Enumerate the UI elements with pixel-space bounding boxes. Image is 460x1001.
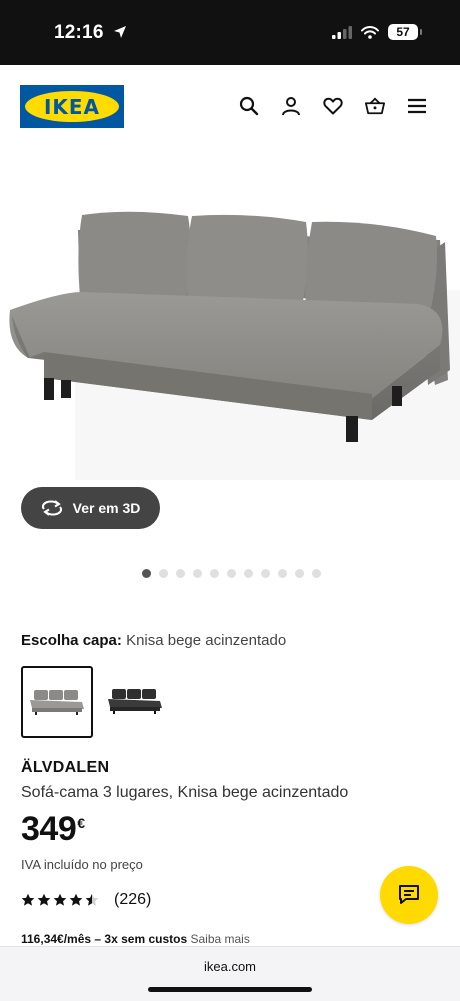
star-icon bbox=[53, 893, 67, 906]
menu-button[interactable] bbox=[407, 96, 427, 116]
carousel-dot[interactable] bbox=[193, 569, 202, 578]
header-actions bbox=[239, 96, 427, 116]
carousel-dot[interactable] bbox=[312, 569, 321, 578]
favourites-button[interactable] bbox=[323, 96, 343, 116]
user-icon bbox=[282, 97, 300, 116]
ikea-logo[interactable]: IKEA bbox=[20, 85, 124, 128]
search-button[interactable] bbox=[239, 96, 259, 116]
logo-oval: IKEA bbox=[25, 91, 119, 122]
status-time: 12:16 bbox=[54, 22, 127, 44]
signal-icon bbox=[332, 25, 352, 39]
carousel-dot[interactable] bbox=[159, 569, 168, 578]
product-name: ÄLVDALEN bbox=[21, 759, 110, 776]
status-bar: 12:16 57 bbox=[0, 0, 460, 65]
menu-icon bbox=[408, 98, 426, 114]
star-icon bbox=[69, 893, 83, 906]
vat-note: IVA incluído no preço bbox=[21, 857, 143, 872]
site-header: IKEA bbox=[0, 65, 460, 155]
rating-count: (226) bbox=[114, 891, 152, 908]
basket-button[interactable] bbox=[365, 96, 385, 116]
cover-swatch-dark[interactable] bbox=[100, 666, 170, 736]
installment-text: 116,34€/mês – 3x sem custos bbox=[21, 932, 188, 946]
carousel-dot[interactable] bbox=[244, 569, 253, 578]
search-icon bbox=[239, 96, 259, 116]
carousel-dots bbox=[142, 569, 321, 578]
installment-link[interactable]: Saiba mais bbox=[190, 932, 249, 946]
star-icon bbox=[21, 893, 35, 906]
battery-icon: 57 bbox=[388, 24, 422, 40]
sofa-thumbnail-dark bbox=[108, 689, 162, 714]
url-text: ikea.com bbox=[203, 959, 257, 974]
carousel-dot[interactable] bbox=[295, 569, 304, 578]
cover-swatch-beige[interactable] bbox=[21, 666, 93, 738]
price-currency: € bbox=[77, 815, 85, 831]
installment-info: 116,34€/mês – 3x sem custos Saiba mais bbox=[21, 932, 250, 946]
view-3d-button[interactable]: Ver em 3D bbox=[21, 487, 160, 529]
carousel-dot[interactable] bbox=[278, 569, 287, 578]
chat-button[interactable] bbox=[380, 866, 438, 924]
battery-level: 57 bbox=[396, 25, 410, 39]
view-3d-label: Ver em 3D bbox=[72, 500, 141, 516]
browser-url-bar[interactable]: ikea.com bbox=[0, 946, 460, 1001]
rating-stars bbox=[21, 893, 99, 907]
carousel-dot[interactable] bbox=[210, 569, 219, 578]
sofa-thumbnail-grey bbox=[30, 690, 84, 715]
time-text: 12:16 bbox=[54, 22, 104, 43]
product-description: Sofá-cama 3 lugares, Knisa bege acinzent… bbox=[21, 784, 349, 801]
wifi-icon bbox=[361, 25, 379, 39]
basket-icon bbox=[365, 97, 385, 115]
product-rating[interactable]: (226) bbox=[21, 891, 151, 909]
carousel-dot[interactable] bbox=[261, 569, 270, 578]
carousel-dot[interactable] bbox=[142, 569, 151, 578]
cover-label: Escolha capa: bbox=[21, 632, 122, 649]
heart-icon bbox=[323, 97, 343, 115]
product-image[interactable] bbox=[0, 180, 460, 485]
carousel-dot[interactable] bbox=[227, 569, 236, 578]
home-indicator bbox=[148, 987, 312, 992]
star-icon bbox=[85, 893, 99, 906]
carousel-dot[interactable] bbox=[176, 569, 185, 578]
star-icon bbox=[37, 893, 51, 906]
price-value: 349 bbox=[21, 810, 77, 848]
product-price: 349 € bbox=[21, 810, 85, 849]
status-icons: 57 bbox=[332, 24, 422, 40]
chat-icon bbox=[399, 885, 419, 904]
account-button[interactable] bbox=[281, 96, 301, 116]
sofa-image bbox=[9, 211, 460, 485]
rotate-3d-icon bbox=[41, 500, 62, 516]
cover-value: Knisa bege acinzentado bbox=[126, 632, 287, 649]
logo-text: IKEA bbox=[43, 94, 101, 119]
location-arrow-icon bbox=[114, 26, 127, 38]
cover-selector-label: Escolha capa: Knisa bege acinzentado bbox=[21, 632, 286, 649]
